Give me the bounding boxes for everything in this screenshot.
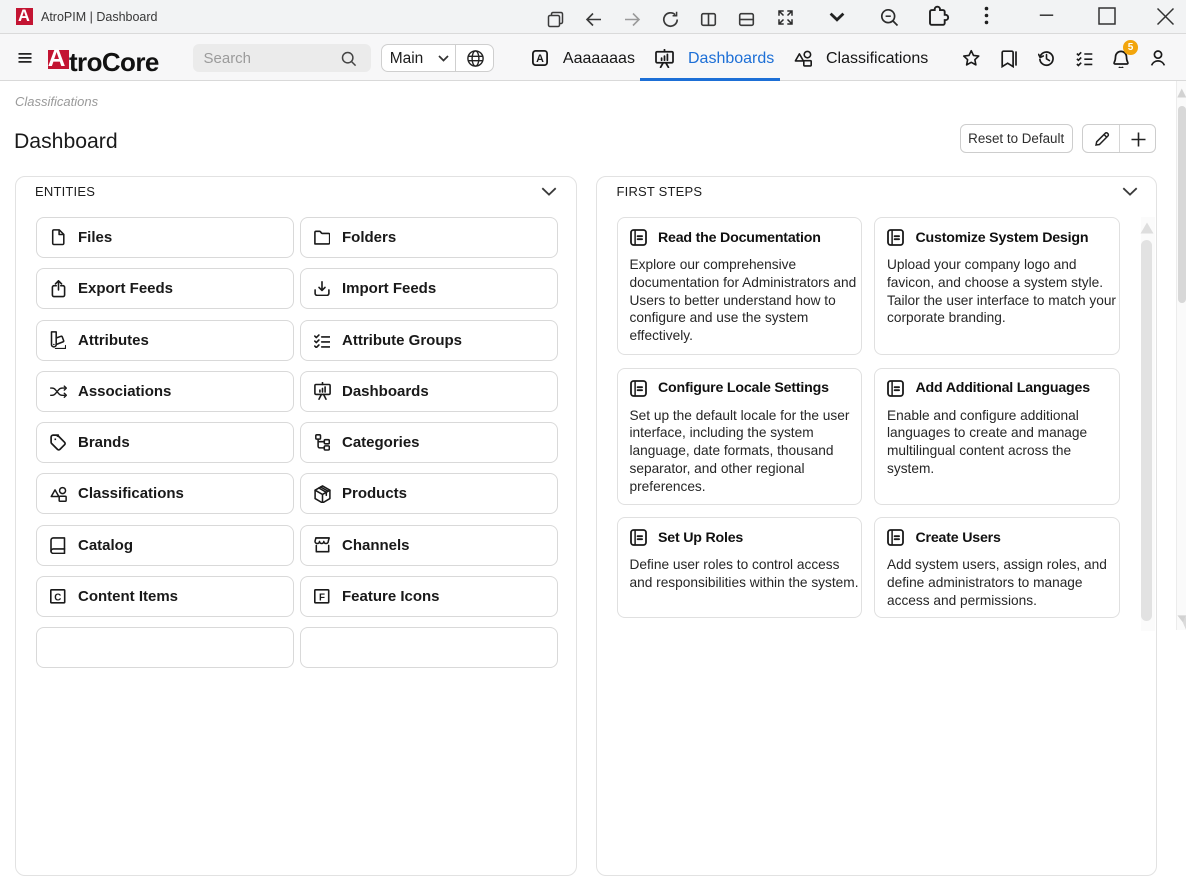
svg-text:F: F — [319, 593, 325, 604]
svg-text:C: C — [54, 593, 61, 604]
svg-text:A: A — [536, 53, 544, 65]
